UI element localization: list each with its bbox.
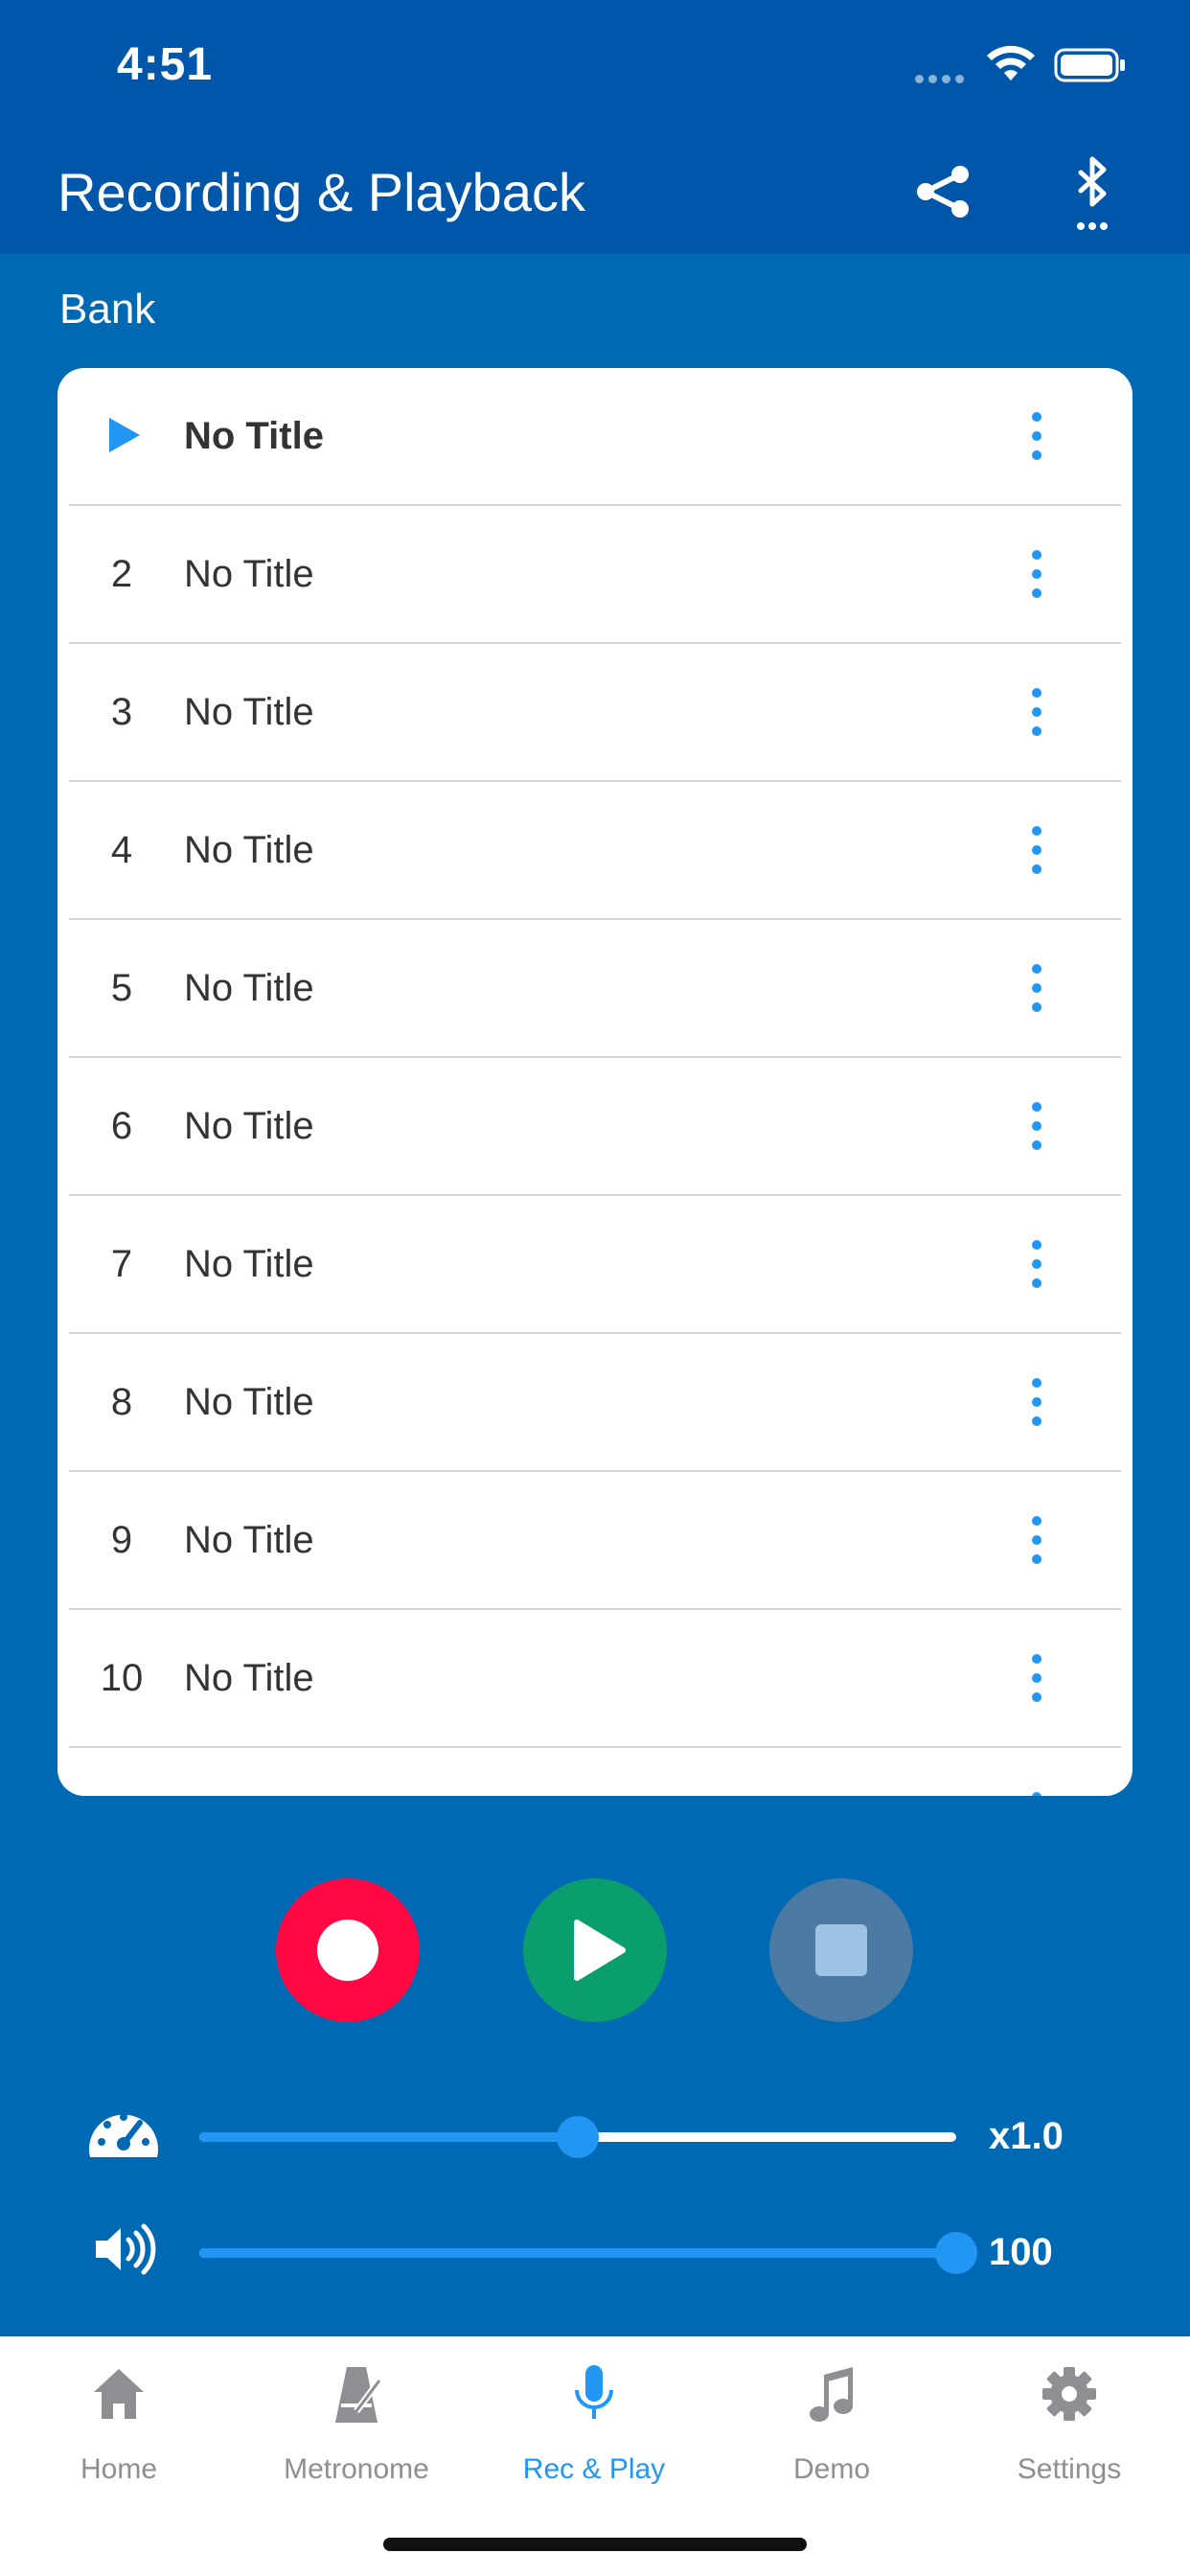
- play-button[interactable]: [523, 1878, 667, 2022]
- play-icon: [574, 1920, 626, 1981]
- volume-slider-thumb[interactable]: [935, 2232, 977, 2274]
- list-item[interactable]: 4 No Title: [69, 782, 1121, 920]
- list-item-title: No Title: [184, 967, 314, 1009]
- microphone-icon: [575, 2365, 613, 2419]
- tempo-slider-thumb[interactable]: [557, 2116, 599, 2158]
- list-item[interactable]: 10 No Title: [69, 1610, 1121, 1748]
- recording-list: No Title 2 No Title 3 No Title 4 No Titl…: [57, 368, 1133, 1796]
- list-item[interactable]: 2 No Title: [69, 506, 1121, 644]
- more-options-icon[interactable]: [1018, 1236, 1056, 1294]
- record-icon: [317, 1920, 378, 1981]
- list-item-title: No Title: [184, 691, 314, 733]
- status-bar: 4:51: [0, 0, 1190, 144]
- home-indicator: [383, 2538, 807, 2551]
- signal-icon: [915, 71, 969, 88]
- list-item-number: 8: [110, 1381, 133, 1423]
- volume-slider-row: 100: [0, 2209, 1190, 2295]
- list-item-title: No Title: [184, 829, 314, 871]
- gear-icon: [1042, 2367, 1096, 2421]
- list-item-number: 6: [110, 1105, 133, 1147]
- page-title: Recording & Playback: [57, 162, 585, 222]
- tab-demo[interactable]: Demo: [713, 2336, 950, 2499]
- bank-label: Bank: [59, 286, 156, 333]
- battery-icon: [1054, 48, 1125, 82]
- more-options-icon[interactable]: [1018, 1512, 1056, 1570]
- navigation-bar: Recording & Playback: [0, 144, 1190, 254]
- tab-label: Metronome: [284, 2453, 429, 2485]
- list-item[interactable]: 7 No Title: [69, 1196, 1121, 1334]
- tab-label: Demo: [792, 2453, 871, 2485]
- list-item-number: 3: [110, 691, 133, 733]
- tempo-value: x1.0: [989, 2115, 1064, 2157]
- list-item[interactable]: [69, 1748, 1121, 1796]
- speedometer-icon: [89, 2113, 158, 2157]
- tab-label: Settings: [1017, 2453, 1122, 2485]
- tab-home[interactable]: Home: [0, 2336, 238, 2499]
- list-item-number: 9: [110, 1519, 133, 1561]
- tempo-slider[interactable]: [199, 2116, 956, 2158]
- more-options-icon[interactable]: [1018, 822, 1056, 880]
- status-time: 4:51: [117, 39, 214, 90]
- volume-slider-fill: [199, 2248, 956, 2258]
- list-item-number: 10: [100, 1657, 144, 1699]
- metronome-icon: [335, 2367, 382, 2423]
- list-item-number: 5: [110, 967, 133, 1009]
- tempo-slider-row: x1.0: [0, 2094, 1190, 2180]
- more-options-icon[interactable]: [1018, 546, 1056, 604]
- wifi-icon: [987, 45, 1035, 80]
- tempo-slider-fill: [199, 2132, 578, 2142]
- stop-button[interactable]: [769, 1878, 913, 2022]
- more-options-icon[interactable]: [1018, 1098, 1056, 1156]
- tab-label: Rec & Play: [522, 2453, 666, 2485]
- transport-controls: [0, 1878, 1190, 2022]
- volume-value: 100: [989, 2231, 1053, 2273]
- record-button[interactable]: [276, 1878, 420, 2022]
- stop-icon: [815, 1924, 867, 1976]
- list-item[interactable]: 3 No Title: [69, 644, 1121, 782]
- more-options-icon[interactable]: [1018, 684, 1056, 742]
- list-item-title: No Title: [184, 1381, 314, 1423]
- list-item[interactable]: 5 No Title: [69, 920, 1121, 1058]
- more-options-icon[interactable]: [1018, 1374, 1056, 1432]
- more-options-icon[interactable]: [1018, 1650, 1056, 1708]
- list-item-number: 2: [110, 553, 133, 595]
- tab-settings[interactable]: Settings: [950, 2336, 1188, 2499]
- list-item-title: No Title: [184, 553, 314, 595]
- share-icon[interactable]: [910, 153, 975, 230]
- list-item[interactable]: 9 No Title: [69, 1472, 1121, 1610]
- list-item[interactable]: No Title: [69, 368, 1121, 506]
- volume-slider[interactable]: [199, 2232, 977, 2274]
- music-note-icon: [810, 2367, 853, 2422]
- list-item-number: 4: [110, 829, 133, 871]
- bluetooth-icon[interactable]: [1064, 150, 1121, 238]
- list-item-title: No Title: [184, 1657, 314, 1699]
- more-options-icon[interactable]: [1018, 408, 1056, 466]
- tab-rec-play[interactable]: Rec & Play: [475, 2336, 713, 2499]
- now-playing-icon: [109, 418, 140, 452]
- list-item[interactable]: 8 No Title: [69, 1334, 1121, 1472]
- more-options-icon[interactable]: [1018, 960, 1056, 1018]
- list-item-title: No Title: [184, 1519, 314, 1561]
- volume-icon: [96, 2223, 156, 2275]
- list-item-number: 7: [110, 1243, 133, 1285]
- list-item[interactable]: 6 No Title: [69, 1058, 1121, 1196]
- list-item-title: No Title: [184, 415, 324, 457]
- more-options-icon[interactable]: [1018, 1788, 1056, 1796]
- tab-metronome[interactable]: Metronome: [238, 2336, 475, 2499]
- home-icon: [94, 2369, 144, 2419]
- list-item-title: No Title: [184, 1243, 314, 1285]
- list-item-title: No Title: [184, 1105, 314, 1147]
- tab-label: Home: [80, 2453, 158, 2485]
